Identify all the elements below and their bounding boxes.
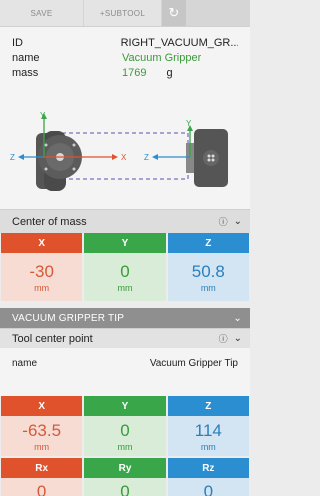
name-label: name: [12, 52, 40, 64]
vacuum-gripper-tip-title: VACUUM GRIPPER TIP: [12, 312, 125, 324]
tcp-rz-field[interactable]: 0: [167, 478, 249, 496]
gripper-right-part: [186, 129, 228, 187]
mass-row: mass 1769 g: [12, 66, 238, 81]
gripper-diagram: Y Z X Y Z: [0, 109, 250, 209]
tcp-position-grid: X -63.5 mm Y 0 mm Z 114 mm: [0, 396, 250, 456]
chevron-down-icon[interactable]: ⌄: [233, 313, 242, 324]
com-z-column: Z 50.8 mm: [167, 233, 249, 301]
toolbar-spacer: [186, 0, 250, 26]
com-x-unit: mm: [34, 282, 50, 293]
tcp-x-unit: mm: [34, 441, 50, 452]
toolbar: SAVE +SUBTOOL ↻: [0, 0, 250, 27]
info-icon[interactable]: ⓘ: [219, 215, 228, 228]
com-x-column: X -30 mm: [1, 233, 83, 301]
com-y-unit: mm: [117, 282, 133, 293]
tcp-rx-label: Rx: [1, 458, 83, 478]
tcp-rz-value[interactable]: 0: [204, 482, 213, 496]
com-x-label: X: [1, 233, 83, 253]
tcp-x-column: X -63.5 mm: [1, 396, 83, 456]
name-value[interactable]: Vacuum Gripper: [122, 51, 201, 66]
tcp-z-label: Z: [167, 396, 249, 416]
tcp-rx-column: Rx 0: [1, 458, 83, 496]
spacer: [0, 301, 250, 308]
add-subtool-button[interactable]: +SUBTOOL: [84, 0, 162, 26]
mass-unit: g: [166, 67, 173, 79]
tcp-rx-field[interactable]: 0: [1, 478, 83, 496]
com-z-value[interactable]: 50.8: [192, 262, 225, 281]
mass-label: mass: [12, 67, 39, 79]
save-button[interactable]: SAVE: [0, 0, 84, 26]
info-icon[interactable]: ⓘ: [219, 332, 228, 345]
tcp-rotation-grid: Rx 0 Ry 0 Rz 0: [0, 458, 250, 496]
com-y-column: Y 0 mm: [84, 233, 166, 301]
id-value: RIGHT_VACUUM_GR...: [120, 37, 238, 49]
com-y-field[interactable]: 0 mm: [84, 253, 166, 301]
center-of-mass-grid: X -30 mm Y 0 mm Z 50.8 mm: [0, 233, 250, 301]
tcp-ry-field[interactable]: 0: [84, 478, 166, 496]
tcp-y-field[interactable]: 0 mm: [84, 416, 166, 456]
mass-value[interactable]: 1769: [122, 66, 146, 81]
tcp-rz-column: Rz 0: [167, 458, 249, 496]
tcp-x-field[interactable]: -63.5 mm: [1, 416, 83, 456]
com-y-label: Y: [84, 233, 166, 253]
tcp-y-value[interactable]: 0: [120, 421, 129, 440]
com-z-field[interactable]: 50.8 mm: [167, 253, 249, 301]
tcp-ry-value[interactable]: 0: [120, 482, 129, 496]
gripper-left-part: [36, 131, 82, 191]
id-row: ID RIGHT_VACUUM_GR...: [12, 36, 238, 51]
tcp-z-unit: mm: [200, 441, 216, 452]
name-row: name Vacuum Gripper: [12, 51, 238, 66]
com-z-unit: mm: [200, 282, 216, 293]
tcp-y-unit: mm: [117, 441, 133, 452]
com-y-value[interactable]: 0: [120, 262, 129, 281]
x-axis-label: X: [121, 153, 127, 162]
com-x-field[interactable]: -30 mm: [1, 253, 83, 301]
right-z-axis-label: Z: [144, 153, 149, 162]
tcp-rz-label: Rz: [167, 458, 249, 478]
tcp-y-label: Y: [84, 396, 166, 416]
tcp-z-value[interactable]: 114: [195, 421, 222, 440]
spacer: [0, 378, 250, 396]
tcp-name-row: name Vacuum Gripper Tip: [0, 348, 250, 378]
tcp-y-column: Y 0 mm: [84, 396, 166, 456]
left-y-axis-label: Y: [40, 111, 46, 120]
id-label: ID: [12, 37, 23, 49]
tool-info: ID RIGHT_VACUUM_GR... name Vacuum Grippe…: [0, 27, 250, 109]
tcp-name-value[interactable]: Vacuum Gripper Tip: [150, 358, 238, 369]
center-of-mass-header[interactable]: Center of mass ⓘ ⌄: [0, 209, 250, 233]
com-z-label: Z: [167, 233, 249, 253]
com-x-value[interactable]: -30: [29, 262, 54, 281]
chevron-down-icon[interactable]: ⌄: [234, 216, 242, 227]
tcp-z-field[interactable]: 114 mm: [167, 416, 249, 456]
tcp-ry-label: Ry: [84, 458, 166, 478]
chevron-down-icon[interactable]: ⌄: [234, 333, 242, 344]
tool-center-point-title: Tool center point: [12, 332, 93, 345]
tcp-name-label: name: [12, 357, 38, 369]
left-z-axis-label: Z: [10, 153, 15, 162]
right-y-axis-label: Y: [186, 119, 192, 128]
refresh-icon[interactable]: ↻: [162, 0, 186, 26]
tcp-x-value[interactable]: -63.5: [22, 421, 61, 440]
tcp-z-column: Z 114 mm: [167, 396, 249, 456]
tcp-x-label: X: [1, 396, 83, 416]
tcp-ry-column: Ry 0: [84, 458, 166, 496]
center-of-mass-title: Center of mass: [12, 215, 87, 228]
vacuum-gripper-tip-header[interactable]: VACUUM GRIPPER TIP ⌄: [0, 308, 250, 328]
tool-center-point-header[interactable]: Tool center point ⓘ ⌄: [0, 328, 250, 348]
tcp-rx-value[interactable]: 0: [37, 482, 46, 496]
